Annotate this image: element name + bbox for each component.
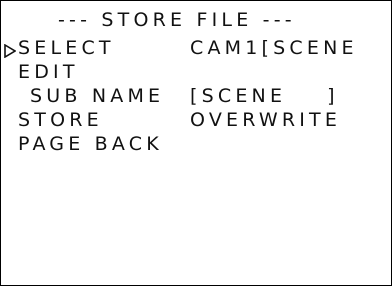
select-value[interactable]: CAM1[SCENE ]: [190, 37, 392, 59]
store-file-menu-screen: --- STORE FILE --- SELECT CAM1[SCENE ] E…: [0, 0, 392, 286]
selection-cursor-icon: [4, 44, 16, 58]
menu-item-select[interactable]: SELECT: [18, 37, 115, 59]
sub-name-value[interactable]: [SCENE ]: [190, 85, 339, 107]
menu-title: --- STORE FILE ---: [58, 9, 296, 31]
menu-item-sub-name[interactable]: SUB NAME: [30, 85, 164, 107]
menu-item-edit[interactable]: EDIT: [18, 61, 79, 83]
store-value[interactable]: OVERWRITE: [190, 109, 341, 131]
menu-item-page-back[interactable]: PAGE BACK: [18, 133, 163, 155]
menu-item-store[interactable]: STORE: [18, 109, 103, 131]
